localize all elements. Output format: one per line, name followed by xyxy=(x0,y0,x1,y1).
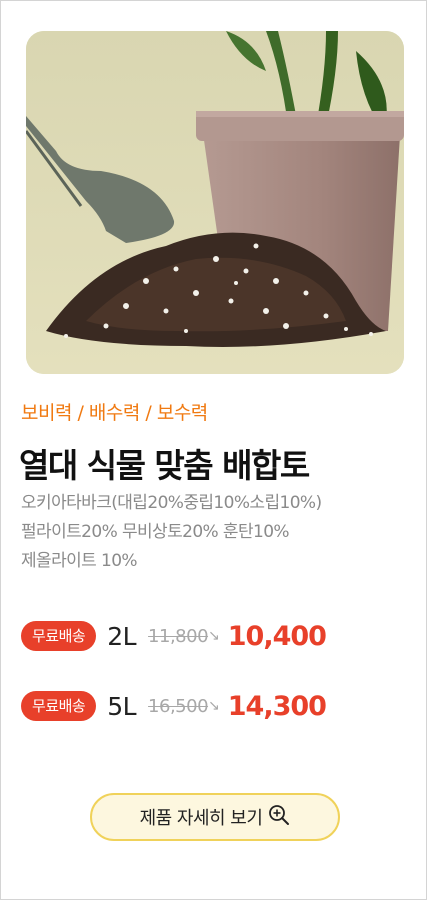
sale-price: 14,300 xyxy=(227,690,327,722)
product-card: 보비력 / 배수력 / 보수력 열대 식물 맞춤 배합토 오키아타바크(대립20… xyxy=(0,0,427,900)
size-label: 2L xyxy=(107,621,137,651)
original-price: 16,500 xyxy=(148,695,209,717)
product-photo xyxy=(26,31,404,374)
original-price: 11,800 xyxy=(148,625,209,647)
zoom-in-icon xyxy=(268,804,290,830)
size-label: 5L xyxy=(107,691,137,721)
description-line: 펄라이트20% 무비상토20% 훈탄10% xyxy=(21,522,290,542)
feature-tags: 보비력 / 배수력 / 보수력 xyxy=(21,402,208,424)
description-line: 오키아타바크(대립20%중립10%소립10%) xyxy=(21,493,322,513)
arrow-down-right-icon: ↘ xyxy=(208,698,220,714)
price-row-2l[interactable]: 무료배송 2L 11,800 ↘ 10,400 xyxy=(21,618,327,654)
free-shipping-badge: 무료배송 xyxy=(21,691,97,721)
product-title: 열대 식물 맞춤 배합토 xyxy=(19,446,310,485)
description-line: 제올라이트 10% xyxy=(21,551,138,571)
free-shipping-badge: 무료배송 xyxy=(21,621,97,651)
price-row-5l[interactable]: 무료배송 5L 16,500 ↘ 14,300 xyxy=(21,688,327,724)
detail-button-label: 제품 자세히 보기 xyxy=(139,808,263,829)
product-description: 오키아타바크(대립20%중립10%소립10%) 펄라이트20% 무비상토20% … xyxy=(21,489,416,576)
sale-price: 10,400 xyxy=(227,620,327,652)
product-detail-button[interactable]: 제품 자세히 보기 xyxy=(90,793,340,841)
arrow-down-right-icon: ↘ xyxy=(208,628,220,644)
